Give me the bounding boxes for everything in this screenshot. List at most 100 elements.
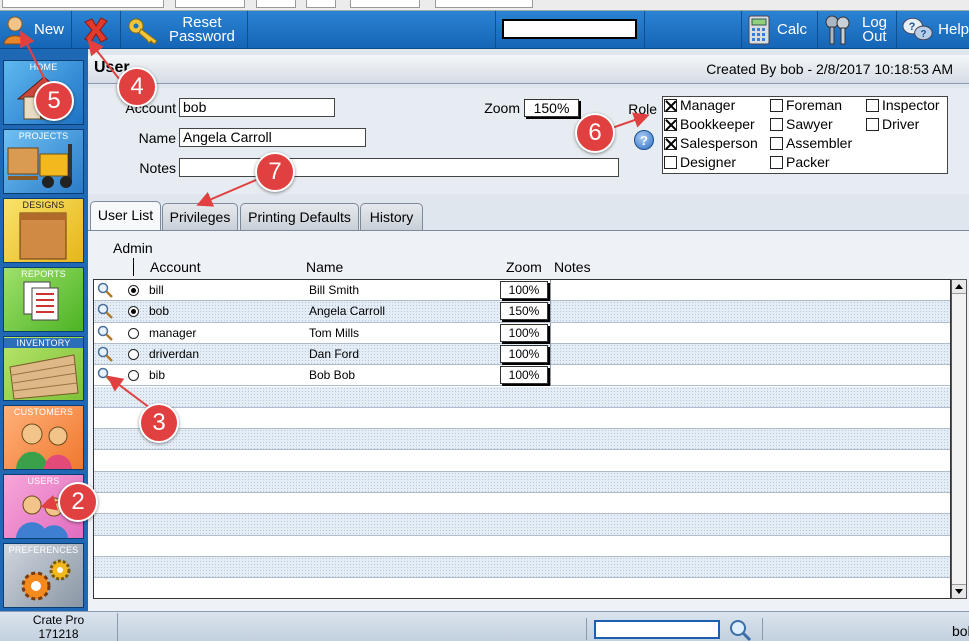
svg-text:?: ? xyxy=(920,28,926,39)
zoom-column-header[interactable]: Zoom xyxy=(506,259,542,275)
user-table: bill Bill Smith 100% bob Angela Carroll 150% m… xyxy=(93,279,951,599)
row-zoom[interactable]: 100% xyxy=(500,323,548,342)
new-button[interactable]: New xyxy=(0,11,72,48)
magnifier-icon[interactable] xyxy=(97,303,113,320)
table-row[interactable]: driverdan Dan Ford 100% xyxy=(94,343,950,366)
table-row[interactable]: bill Bill Smith 100% xyxy=(94,280,950,302)
callout-3: 3 xyxy=(139,403,179,443)
logout-button[interactable]: Log Out xyxy=(818,11,897,48)
role-designer[interactable]: Designer xyxy=(664,154,736,170)
top-strip-button[interactable] xyxy=(306,0,336,8)
help-bubbles-icon: ? ? xyxy=(902,17,933,40)
role-packer[interactable]: Packer xyxy=(770,154,830,170)
row-zoom[interactable]: 150% xyxy=(500,302,548,321)
role-checkbox[interactable] xyxy=(664,98,677,112)
name-field[interactable]: Angela Carroll xyxy=(179,128,366,147)
top-strip xyxy=(0,0,969,11)
nav-customers[interactable]: CUSTOMERS xyxy=(3,405,84,470)
scroll-down-button[interactable] xyxy=(952,584,966,598)
vertical-scrollbar[interactable] xyxy=(951,279,967,599)
search-icon[interactable] xyxy=(728,618,752,641)
table-row xyxy=(94,386,950,408)
account-column-header[interactable]: Account xyxy=(150,259,201,275)
admin-radio[interactable] xyxy=(128,327,139,339)
admin-radio[interactable] xyxy=(128,370,139,382)
role-label: Foreman xyxy=(786,97,843,113)
lumber-icon xyxy=(9,354,79,400)
top-strip-align-buttons[interactable] xyxy=(435,0,533,8)
magnifier-icon[interactable] xyxy=(97,325,113,341)
role-bookkeeper[interactable]: Bookkeeper xyxy=(664,116,755,132)
magnifier-icon[interactable] xyxy=(97,367,113,384)
role-assembler[interactable]: Assembler xyxy=(770,135,852,151)
table-row xyxy=(94,514,950,536)
left-nav: HOME PROJECTS DESIGNS REPORTS INVENTORY … xyxy=(0,49,88,611)
role-checkbox[interactable] xyxy=(770,155,783,169)
tab-user-list[interactable]: User List xyxy=(90,201,161,231)
status-search-input[interactable] xyxy=(594,620,720,639)
row-zoom[interactable]: 100% xyxy=(500,366,548,385)
top-strip-format-buttons[interactable] xyxy=(350,0,420,8)
nav-preferences[interactable]: PREFERENCES xyxy=(3,543,84,608)
role-sawyer[interactable]: Sawyer xyxy=(770,116,833,132)
nav-inventory[interactable]: INVENTORY xyxy=(3,336,84,401)
tab-privileges[interactable]: Privileges xyxy=(162,203,238,230)
role-manager[interactable]: Manager xyxy=(664,97,735,113)
help-icon[interactable]: ? xyxy=(634,130,654,150)
role-driver[interactable]: Driver xyxy=(866,116,919,132)
table-row[interactable]: manager Tom Mills 100% xyxy=(94,322,950,344)
role-checkbox[interactable] xyxy=(770,98,783,112)
app-version: Crate Pro 171218 xyxy=(0,613,118,641)
role-checkbox[interactable] xyxy=(664,136,677,150)
magnifier-icon[interactable] xyxy=(97,282,113,298)
role-label: Salesperson xyxy=(680,135,758,151)
admin-header-divider xyxy=(133,258,134,276)
tab-printing-defaults[interactable]: Printing Defaults xyxy=(240,203,359,230)
zoom-label: Zoom xyxy=(484,100,520,116)
magnifier-icon[interactable] xyxy=(97,346,113,362)
reset-password-button[interactable]: Reset Password xyxy=(121,11,248,48)
admin-radio[interactable] xyxy=(128,348,139,360)
calc-button[interactable]: Calc xyxy=(741,11,818,48)
help-button[interactable]: ? ? Help xyxy=(897,11,969,48)
role-checkbox[interactable] xyxy=(664,155,677,169)
role-checkbox[interactable] xyxy=(866,117,879,131)
toolbar-search-input[interactable] xyxy=(502,19,637,39)
row-name: Angela Carroll xyxy=(309,304,386,319)
table-row xyxy=(94,471,950,493)
zoom-field[interactable]: 150% xyxy=(524,99,579,117)
nav-projects[interactable]: PROJECTS xyxy=(3,129,84,194)
notes-divider xyxy=(550,280,551,301)
table-row[interactable]: bib Bob Bob 100% xyxy=(94,365,950,387)
role-checkbox[interactable] xyxy=(770,117,783,131)
top-strip-button[interactable] xyxy=(256,0,296,8)
role-checkbox[interactable] xyxy=(866,98,879,112)
account-field[interactable]: bob xyxy=(179,98,335,117)
row-zoom[interactable]: 100% xyxy=(500,344,548,363)
role-foreman[interactable]: Foreman xyxy=(770,97,842,113)
role-inspector[interactable]: Inspector xyxy=(866,97,940,113)
notes-column-header[interactable]: Notes xyxy=(554,259,591,275)
name-column-header[interactable]: Name xyxy=(306,259,343,275)
delete-button[interactable] xyxy=(72,11,121,48)
table-row[interactable]: bob Angela Carroll 150% xyxy=(94,301,950,323)
row-account: driverdan xyxy=(149,346,200,361)
tab-history[interactable]: History xyxy=(360,203,423,230)
role-salesperson[interactable]: Salesperson xyxy=(664,135,758,151)
notes-divider xyxy=(550,343,551,365)
top-strip-field[interactable] xyxy=(2,0,164,8)
admin-radio[interactable] xyxy=(128,306,139,318)
top-strip-field[interactable] xyxy=(175,0,245,8)
nav-reports[interactable]: REPORTS xyxy=(3,267,84,332)
notes-field[interactable] xyxy=(179,158,619,177)
role-checkbox[interactable] xyxy=(664,117,677,131)
role-checkbox[interactable] xyxy=(770,136,783,150)
status-divider xyxy=(762,618,763,640)
nav-designs[interactable]: DESIGNS xyxy=(3,198,84,263)
role-label: Driver xyxy=(882,116,920,132)
admin-column-header: Admin xyxy=(113,240,153,256)
admin-radio[interactable] xyxy=(128,285,139,296)
help-label: Help xyxy=(938,20,969,38)
scroll-up-button[interactable] xyxy=(952,280,966,294)
row-zoom[interactable]: 100% xyxy=(500,281,548,299)
